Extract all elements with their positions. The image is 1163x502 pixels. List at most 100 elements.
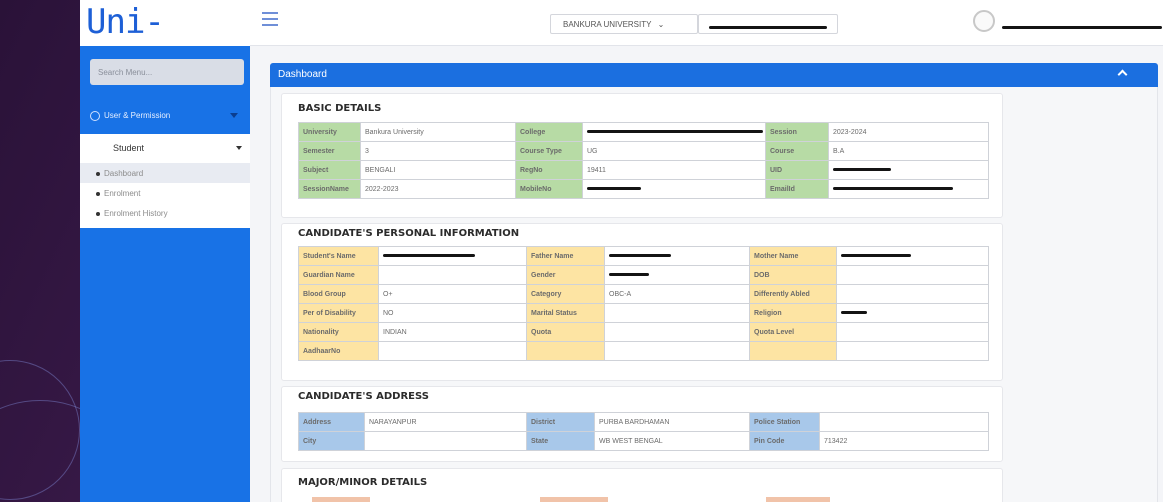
label-cell: Gender	[526, 265, 605, 285]
label-cell: Police Station	[749, 412, 820, 432]
value-cell	[836, 341, 989, 361]
value-cell: NO	[378, 303, 527, 323]
label-cell: Session	[765, 122, 829, 142]
chevron-down-icon: ⌄	[657, 20, 665, 29]
label-cell: University	[298, 122, 361, 142]
label-cell: Category	[526, 284, 605, 304]
address-table: Address NARAYANPUR District PURBA BARDHA…	[298, 412, 989, 451]
course-select[interactable]	[698, 14, 838, 34]
table-header-stub	[766, 497, 830, 502]
label-cell: Course	[765, 141, 829, 161]
label-cell: Address	[298, 412, 365, 432]
label-cell: Father Name	[526, 246, 605, 266]
search-placeholder: Search Menu...	[98, 68, 153, 77]
address-card: CANDIDATE'S ADDRESS Address NARAYANPUR D…	[281, 386, 1003, 462]
basic-details-table: University Bankura University College Se…	[298, 122, 989, 199]
value-cell: Bankura University	[360, 122, 516, 142]
label-cell: Quota	[526, 322, 605, 342]
label-cell: Quota Level	[749, 322, 837, 342]
label-cell: Subject	[298, 160, 361, 180]
value-cell	[836, 246, 989, 266]
sidebar-section-user-permission[interactable]: User & Permission	[90, 111, 170, 121]
table-row: Address NARAYANPUR District PURBA BARDHA…	[298, 412, 989, 432]
label-cell: Mother Name	[749, 246, 837, 266]
label-cell: Nationality	[298, 322, 379, 342]
table-row: Subject BENGALI RegNo 19411 UID	[298, 160, 989, 180]
menu-toggle-icon[interactable]	[262, 12, 278, 26]
major-minor-title: MAJOR/MINOR DETAILS	[298, 477, 428, 488]
label-cell: Student's Name	[298, 246, 379, 266]
caret-down-icon[interactable]	[230, 113, 238, 118]
university-select-value: BANKURA UNIVERSITY	[563, 20, 652, 29]
value-cell	[378, 265, 527, 285]
sidebar-item-label: Enrolment History	[104, 209, 168, 218]
sidebar-item-dashboard[interactable]: Dashboard	[80, 163, 250, 183]
table-row: University Bankura University College Se…	[298, 122, 989, 142]
sidebar-item-enrolment-history[interactable]: Enrolment History	[80, 203, 250, 223]
value-cell	[582, 122, 766, 142]
logo-area: Uni-Track	[80, 0, 250, 82]
personal-info-title: CANDIDATE'S PERSONAL INFORMATION	[298, 228, 520, 239]
major-minor-card: MAJOR/MINOR DETAILS	[281, 468, 1003, 502]
desktop-background	[0, 0, 80, 502]
value-cell	[828, 160, 989, 180]
label-cell: DOB	[749, 265, 837, 285]
value-cell: 19411	[582, 160, 766, 180]
value-cell: UG	[582, 141, 766, 161]
sidebar-submenu: Student Dashboard Enrolment Enrolment Hi…	[80, 134, 250, 228]
dashboard-panel-header[interactable]: Dashboard	[270, 63, 1158, 87]
address-title: CANDIDATE'S ADDRESS	[298, 391, 429, 402]
redacted-text	[609, 254, 671, 258]
redacted-text	[841, 311, 867, 315]
basic-details-title: BASIC DETAILS	[298, 103, 382, 114]
table-row: SessionName 2022-2023 MobileNo EmailId	[298, 179, 989, 199]
table-row: City State WB WEST BENGAL Pin Code 71342…	[298, 431, 989, 451]
personal-info-table: Student's Name Father Name Mother Name G…	[298, 246, 989, 361]
sidebar-item-label: Dashboard	[104, 169, 144, 178]
label-cell: College	[515, 122, 583, 142]
label-cell: AadhaarNo	[298, 341, 379, 361]
table-row: Blood Group O+ Category OBC-A Differentl…	[298, 284, 989, 304]
label-cell: Per of Disability	[298, 303, 379, 323]
sidebar-item-student[interactable]: Student	[113, 143, 144, 153]
label-cell: RegNo	[515, 160, 583, 180]
value-cell: INDIAN	[378, 322, 527, 342]
dashboard-panel-body: BASIC DETAILS University Bankura Univers…	[270, 87, 1158, 502]
value-cell	[836, 284, 989, 304]
label-cell: MobileNo	[515, 179, 583, 199]
search-input[interactable]: Search Menu...	[90, 59, 244, 85]
value-cell: NARAYANPUR	[364, 412, 527, 432]
value-cell: BENGALI	[360, 160, 516, 180]
value-cell: 713422	[819, 431, 989, 451]
value-cell	[604, 341, 750, 361]
avatar[interactable]	[973, 10, 995, 32]
chevron-up-icon[interactable]	[1117, 69, 1128, 80]
label-cell: SessionName	[298, 179, 361, 199]
table-row: Per of Disability NO Marital Status Reli…	[298, 303, 989, 323]
bullet-icon	[96, 211, 100, 216]
label-cell: City	[298, 431, 365, 451]
sidebar-item-label: Enrolment	[104, 189, 141, 198]
value-cell: 2023-2024	[828, 122, 989, 142]
label-cell: EmailId	[765, 179, 829, 199]
value-cell: 2022-2023	[360, 179, 516, 199]
label-cell	[526, 341, 605, 361]
value-cell: WB WEST BENGAL	[594, 431, 750, 451]
value-cell: B.A	[828, 141, 989, 161]
label-cell: Guardian Name	[298, 265, 379, 285]
label-cell: Marital Status	[526, 303, 605, 323]
redacted-text	[709, 26, 827, 30]
label-cell: Blood Group	[298, 284, 379, 304]
table-row: Nationality INDIAN Quota Quota Level	[298, 322, 989, 342]
user-name[interactable]	[1002, 19, 1162, 37]
table-row: Guardian Name Gender DOB	[298, 265, 989, 285]
redacted-text	[833, 187, 953, 191]
caret-down-icon[interactable]	[236, 146, 242, 150]
value-cell	[604, 322, 750, 342]
value-cell	[836, 322, 989, 342]
bullet-icon	[96, 171, 100, 176]
sidebar-item-enrolment[interactable]: Enrolment	[80, 183, 250, 203]
value-cell	[819, 412, 989, 432]
university-select[interactable]: BANKURA UNIVERSITY ⌄	[550, 14, 698, 34]
redacted-text	[587, 130, 763, 134]
